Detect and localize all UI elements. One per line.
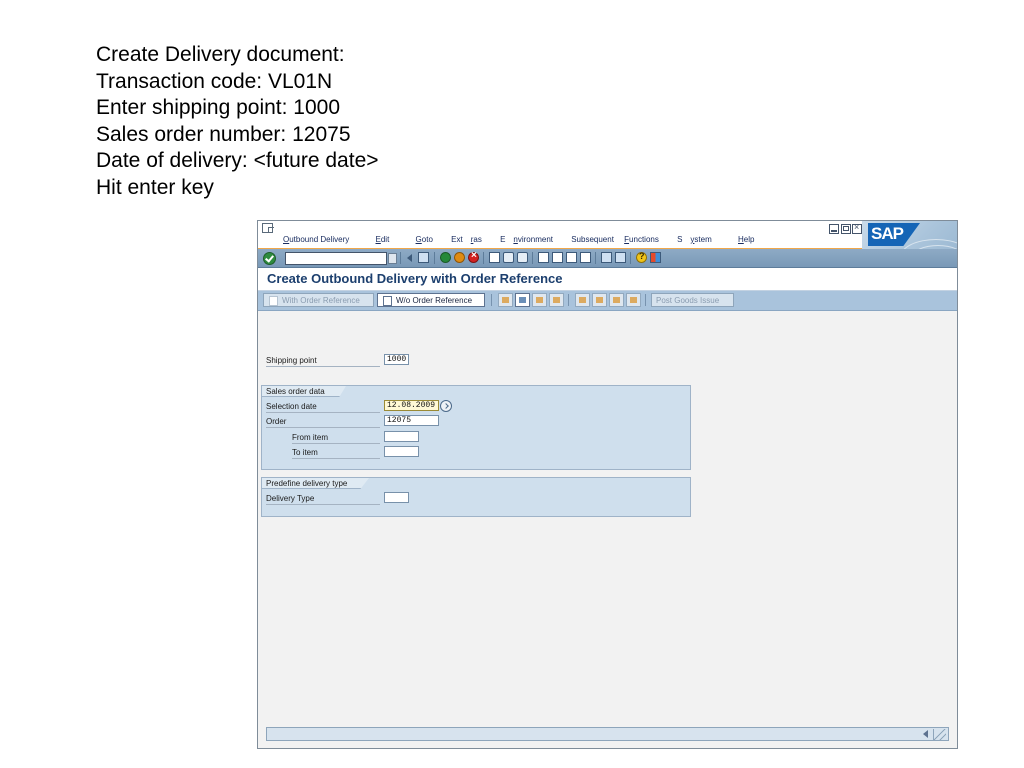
transport-icon[interactable] bbox=[626, 293, 641, 307]
system-toolbar bbox=[258, 249, 957, 268]
shipping-point-field[interactable]: 1000 bbox=[384, 354, 409, 365]
menu-environment[interactable]: Environment bbox=[500, 235, 561, 244]
instruction-line: Transaction code: VL01N bbox=[96, 69, 333, 93]
page-title: Create Outbound Delivery with Order Refe… bbox=[267, 271, 563, 286]
instruction-text: Create Delivery document: Transaction co… bbox=[96, 42, 379, 202]
selection-date-label: Selection date bbox=[266, 401, 380, 413]
instruction-line: Create Delivery document: bbox=[96, 43, 345, 66]
print-icon[interactable] bbox=[489, 252, 500, 263]
menu-outbound-delivery[interactable]: Outbound Delivery bbox=[275, 235, 357, 244]
exit-icon[interactable] bbox=[454, 252, 465, 263]
help-icon[interactable] bbox=[636, 251, 647, 263]
picking-icon[interactable] bbox=[575, 293, 590, 307]
menu-system[interactable]: System bbox=[677, 235, 720, 244]
to-item-label: To item bbox=[292, 447, 380, 459]
status-bar bbox=[266, 727, 949, 741]
instruction-line: Hit enter key bbox=[96, 175, 214, 199]
shortcut-icon[interactable] bbox=[615, 252, 626, 263]
group-title: Predefine delivery type bbox=[262, 478, 369, 489]
next-page-icon[interactable] bbox=[566, 252, 577, 263]
instruction-line: Date of delivery: <future date> bbox=[96, 149, 379, 173]
wo-order-reference-button[interactable]: W/o Order Reference bbox=[377, 293, 485, 307]
post-goods-issue-button[interactable]: Post Goods Issue bbox=[651, 293, 734, 307]
save-icon[interactable] bbox=[418, 252, 429, 263]
delivery-type-label: Delivery Type bbox=[266, 493, 380, 505]
check-icon[interactable] bbox=[263, 252, 276, 265]
status-arrow-icon[interactable] bbox=[923, 730, 928, 738]
from-item-label: From item bbox=[292, 432, 380, 444]
menu-subsequent-functions[interactable]: Subsequent Functions bbox=[571, 235, 667, 244]
application-toolbar: With Order Reference W/o Order Reference… bbox=[258, 291, 957, 311]
sap-window: Outbound Delivery Edit Goto Ext ras Envir… bbox=[257, 220, 958, 749]
menu-help[interactable]: Help bbox=[730, 235, 762, 244]
order-label: Order bbox=[266, 416, 380, 428]
command-field[interactable] bbox=[285, 252, 387, 265]
menu-extras[interactable]: Ext ras bbox=[451, 235, 490, 244]
calendar-icon[interactable] bbox=[440, 400, 452, 412]
partner-icon[interactable] bbox=[515, 293, 530, 307]
arrow-left-icon[interactable] bbox=[405, 252, 416, 263]
instruction-line: Enter shipping point: 1000 bbox=[96, 96, 341, 120]
menu-list: Outbound Delivery Edit Goto Ext ras Envir… bbox=[275, 235, 770, 244]
cancel-icon[interactable] bbox=[468, 250, 479, 263]
create-session-icon[interactable] bbox=[601, 252, 612, 263]
back-icon[interactable] bbox=[440, 252, 451, 263]
close-icon[interactable] bbox=[852, 222, 862, 234]
instruction-line: Sales order number: 12075 bbox=[96, 122, 351, 146]
menu-goto[interactable]: Goto bbox=[408, 235, 441, 244]
previous-page-icon[interactable] bbox=[552, 252, 563, 263]
group-title: Sales order data bbox=[262, 386, 346, 397]
maximize-icon[interactable] bbox=[841, 224, 851, 234]
item-details-icon[interactable] bbox=[549, 293, 564, 307]
last-page-icon[interactable] bbox=[580, 252, 591, 263]
selection-date-field[interactable]: 12.08.2009 bbox=[384, 400, 439, 411]
command-dropdown-icon[interactable] bbox=[388, 253, 397, 264]
delivery-type-field[interactable] bbox=[384, 492, 409, 503]
menu-edit[interactable]: Edit bbox=[368, 235, 398, 244]
order-field[interactable]: 12075 bbox=[384, 415, 439, 426]
document-icon bbox=[269, 296, 278, 306]
find-next-icon[interactable] bbox=[517, 252, 528, 263]
shipping-point-label: Shipping point bbox=[266, 355, 380, 367]
shipment-icon[interactable] bbox=[609, 293, 624, 307]
first-page-icon[interactable] bbox=[538, 252, 549, 263]
find-icon[interactable] bbox=[503, 252, 514, 263]
layout-menu-icon[interactable] bbox=[650, 252, 661, 263]
item-overview-icon[interactable] bbox=[532, 293, 547, 307]
header-icon[interactable] bbox=[498, 293, 513, 307]
document-icon bbox=[383, 296, 392, 306]
system-menu-icon[interactable] bbox=[262, 223, 274, 233]
to-item-field[interactable] bbox=[384, 446, 419, 457]
from-item-field[interactable] bbox=[384, 431, 419, 442]
resize-grip-icon[interactable] bbox=[933, 729, 946, 740]
menu-bar: Outbound Delivery Edit Goto Ext ras Envir… bbox=[258, 221, 957, 266]
screen-title-bar: Create Outbound Delivery with Order Refe… bbox=[258, 268, 957, 291]
with-order-reference-button[interactable]: With Order Reference bbox=[263, 293, 374, 307]
loading-icon[interactable] bbox=[592, 293, 607, 307]
minimize-icon[interactable] bbox=[829, 224, 839, 234]
